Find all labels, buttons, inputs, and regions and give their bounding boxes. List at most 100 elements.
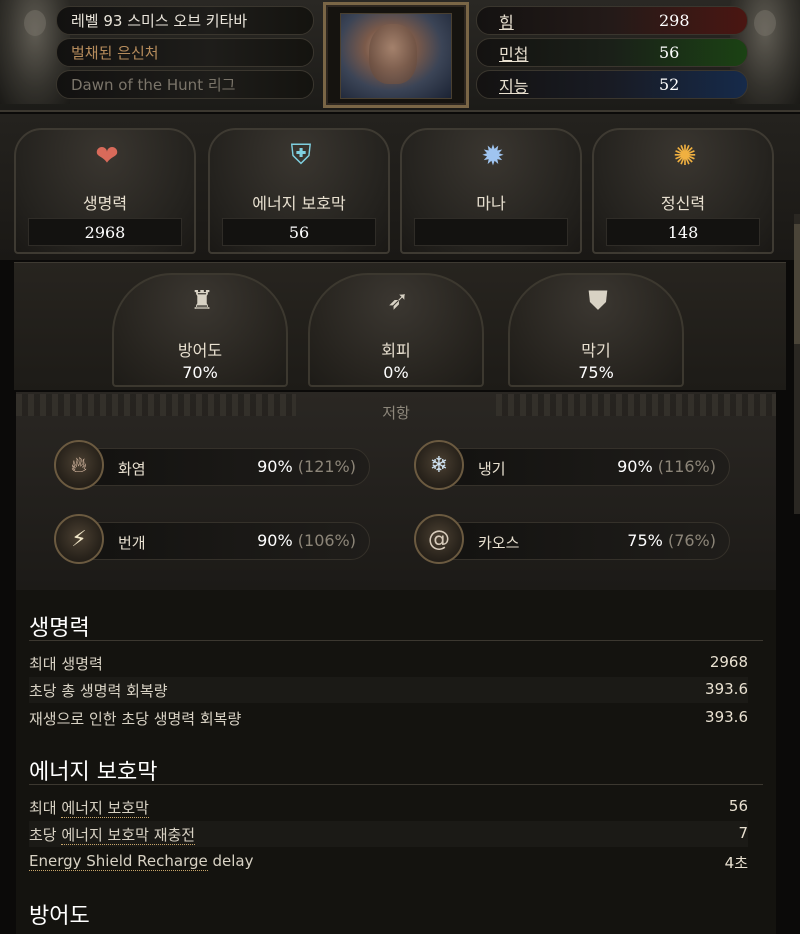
spiral-icon: @	[414, 514, 464, 564]
stat-value: 2968	[709, 653, 748, 671]
stat-value: 56	[728, 797, 748, 815]
pool-mana-value	[414, 218, 568, 246]
section-divider	[29, 784, 763, 785]
attribute-strength[interactable]: 힘 298	[476, 6, 748, 35]
resource-pools: ❤ 생명력 2968 ⛨ 에너지 보호막 56 ✹ 마나 ✺ 정신력 148	[0, 114, 800, 260]
stat-label: 최대 생명력	[29, 655, 103, 673]
resistance-cold-max: (116%)	[657, 457, 716, 476]
stat-row-life-regen[interactable]: 재생으로 인한 초당 생명력 회복량 393.6	[29, 705, 748, 731]
scrollbar[interactable]	[794, 214, 800, 514]
stat-label: 재생으로 인한 초당 생명력 회복량	[29, 710, 242, 728]
defence-armour[interactable]: ♜ 방어도 70%	[112, 273, 288, 387]
stat-label: Energy Shield Recharge delay	[29, 852, 254, 871]
defence-evasion-label: 회피	[381, 341, 411, 360]
stat-value: 4초	[724, 854, 748, 872]
character-level-class: 레벨 93 스미스 오브 키타바	[56, 6, 314, 35]
defence-evasion[interactable]: ➶ 회피 0%	[308, 273, 484, 387]
resistance-cold-current: 90%	[617, 457, 653, 476]
portrait-frame	[323, 2, 469, 108]
pool-spirit[interactable]: ✺ 정신력 148	[592, 128, 774, 254]
stat-row-es-recharge[interactable]: 초당 에너지 보호막 재충전 7	[29, 821, 748, 847]
resistance-fire[interactable]: 🔥︎ 화염 90% (121%)	[54, 440, 370, 490]
character-portrait	[340, 13, 452, 99]
resistance-fire-current: 90%	[257, 457, 293, 476]
defence-armour-value: 70%	[182, 363, 218, 382]
attribute-dexterity-label: 민첩	[499, 44, 529, 64]
attribute-strength-label: 힘	[499, 12, 514, 32]
attribute-intelligence-value: 52	[659, 75, 680, 94]
stat-value: 7	[738, 824, 748, 842]
stat-label-suffix: delay	[207, 852, 254, 870]
stat-label-prefix: 초당	[29, 826, 62, 844]
pool-life-value: 2968	[28, 218, 182, 246]
attribute-dexterity[interactable]: 민첩 56	[476, 38, 748, 67]
defence-evasion-value: 0%	[383, 363, 409, 382]
resistance-cold-value: 90% (116%)	[617, 457, 716, 476]
resistance-chaos-max: (76%)	[667, 531, 716, 550]
resistance-chaos-current: 75%	[627, 531, 663, 550]
resistance-lightning[interactable]: ⚡︎ 번개 90% (106%)	[54, 514, 370, 564]
stat-keyword-link[interactable]: Energy Shield Recharge	[29, 852, 208, 871]
detail-stats-panel: 생명력 최대 생명력 2968 초당 총 생명력 회복량 393.6 재생으로 …	[16, 590, 776, 934]
stat-value: 393.6	[705, 680, 748, 698]
pool-energy-shield-label: 에너지 보호막	[252, 194, 346, 213]
character-header: 레벨 93 스미스 오브 키타바 벌채된 은신처 Dawn of the Hun…	[0, 0, 800, 112]
stat-keyword-link[interactable]: 에너지 보호막	[61, 799, 149, 818]
fire-icon: 🔥︎	[54, 440, 104, 490]
resistance-lightning-max: (106%)	[297, 531, 356, 550]
stat-label-prefix: 최대	[29, 799, 62, 817]
defence-block[interactable]: ⛊ 막기 75%	[508, 273, 684, 387]
section-title-armour: 방어도	[29, 904, 90, 929]
resistance-lightning-label: 번개	[118, 534, 146, 552]
attribute-dexterity-value: 56	[659, 43, 680, 62]
attribute-intelligence[interactable]: 지능 52	[476, 70, 748, 99]
character-ascendancy: 벌채된 은신처	[56, 38, 314, 67]
defences-panel: ♜ 방어도 70% ➶ 회피 0% ⛊ 막기 75%	[14, 262, 786, 390]
defence-block-value: 75%	[578, 363, 614, 382]
stat-row-max-es[interactable]: 최대 에너지 보호막 56	[29, 794, 748, 820]
section-title-energy-shield: 에너지 보호막	[29, 760, 158, 785]
resistance-lightning-current: 90%	[257, 531, 293, 550]
pool-energy-shield-value: 56	[222, 218, 376, 246]
resistance-cold-label: 냉기	[478, 460, 506, 478]
pool-life-label: 생명력	[82, 194, 128, 213]
attribute-intelligence-label: 지능	[499, 76, 529, 96]
section-divider	[29, 640, 763, 641]
shield-crest-icon: ⛨	[290, 138, 312, 171]
attribute-strength-value: 298	[659, 11, 690, 30]
heart-icon: ❤	[95, 138, 119, 172]
character-league: Dawn of the Hunt 리그	[56, 70, 314, 99]
resistance-chaos[interactable]: @ 카오스 75% (76%)	[414, 514, 730, 564]
attributes-panel: 힘 298 민첩 56 지능 52	[476, 6, 748, 102]
pool-mana[interactable]: ✹ 마나	[400, 128, 582, 254]
mana-burst-icon: ✹	[481, 138, 505, 172]
resistances-title: 저항	[382, 404, 410, 422]
spirit-orb-icon: ✺	[673, 138, 697, 172]
stat-label: 최대 에너지 보호막	[29, 797, 149, 818]
defence-block-label: 막기	[581, 341, 611, 360]
stat-value: 393.6	[705, 708, 748, 726]
pool-life[interactable]: ❤ 생명력 2968	[14, 128, 196, 254]
pool-mana-label: 마나	[476, 194, 506, 213]
pool-spirit-value: 148	[606, 218, 760, 246]
defence-armour-label: 방어도	[177, 341, 223, 360]
stat-keyword-link[interactable]: 에너지 보호막 재충전	[61, 826, 196, 845]
snowflake-icon: ❄	[414, 440, 464, 490]
evasion-icon: ➶	[387, 286, 409, 316]
pool-energy-shield[interactable]: ⛨ 에너지 보호막 56	[208, 128, 390, 254]
section-title-life: 생명력	[29, 616, 90, 641]
resistance-lightning-value: 90% (106%)	[257, 531, 356, 550]
resistance-cold[interactable]: ❄ 냉기 90% (116%)	[414, 440, 730, 490]
stat-row-es-delay[interactable]: Energy Shield Recharge delay 4초	[29, 849, 748, 875]
resistance-fire-label: 화염	[118, 460, 146, 478]
resistance-fire-max: (121%)	[297, 457, 356, 476]
resistance-chaos-label: 카오스	[478, 534, 520, 552]
lightning-icon: ⚡︎	[54, 514, 104, 564]
stat-row-max-life[interactable]: 최대 생명력 2968	[29, 650, 748, 676]
resistance-chaos-value: 75% (76%)	[627, 531, 716, 550]
resistance-fire-value: 90% (121%)	[257, 457, 356, 476]
pool-spirit-label: 정신력	[660, 194, 706, 213]
armour-icon: ♜	[190, 286, 214, 316]
stat-row-life-regen-total[interactable]: 초당 총 생명력 회복량 393.6	[29, 677, 748, 703]
stat-label: 초당 에너지 보호막 재충전	[29, 824, 196, 845]
